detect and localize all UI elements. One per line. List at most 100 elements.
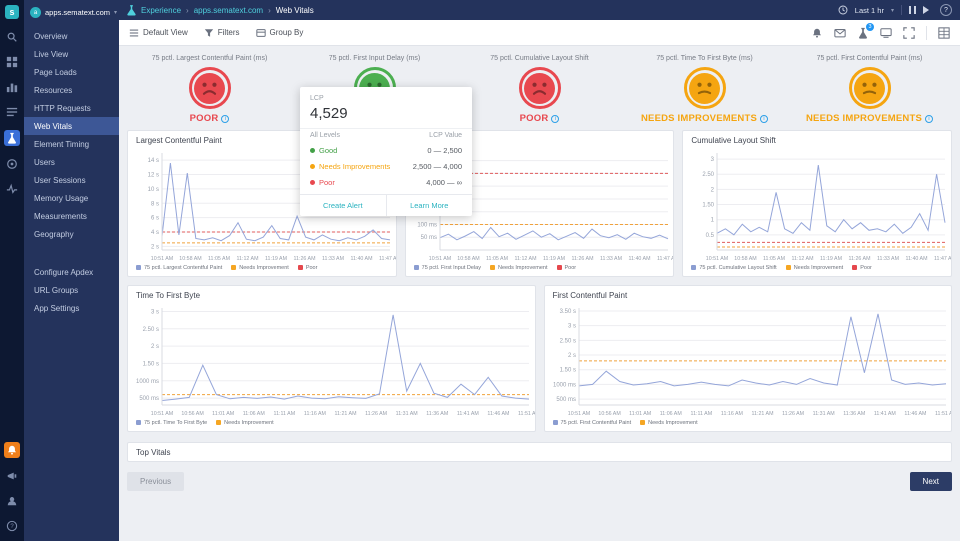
default-view-button[interactable]: Default View <box>129 28 188 38</box>
tooltip-col-levels: All Levels <box>310 132 340 139</box>
experience-icon[interactable] <box>4 130 20 146</box>
sidebar-item-configure-apdex[interactable]: Configure Apdex <box>24 263 119 281</box>
sidebar-item-overview[interactable]: Overview <box>24 27 119 45</box>
tooltip-row-poor: Poor 4,000 — ∞ <box>300 174 472 190</box>
kpi-fcp: 75 pctl. First Contentful Paint (ms) NEE… <box>787 55 952 124</box>
notification-badge: 3 <box>866 23 874 31</box>
learn-more-link[interactable]: Learn More <box>387 195 473 216</box>
svg-text:2 s: 2 s <box>567 353 575 359</box>
kpi-status: POORi <box>457 113 622 124</box>
kpi-lcp: 75 pctl. Largest Contentful Paint (ms) P… <box>127 55 292 124</box>
funnel-icon <box>204 28 214 38</box>
svg-text:11:33 AM: 11:33 AM <box>877 256 899 262</box>
svg-text:12 s: 12 s <box>148 173 159 179</box>
play-icon[interactable] <box>923 6 929 14</box>
fcp-gauge[interactable] <box>849 67 891 109</box>
metrics-icon[interactable] <box>5 80 19 94</box>
apps-grid-icon[interactable] <box>5 55 19 69</box>
sidebar-item-resources[interactable]: Resources <box>24 81 119 99</box>
svg-text:2.50 s: 2.50 s <box>559 338 575 344</box>
ttfb-gauge[interactable] <box>684 67 726 109</box>
monitor-button[interactable] <box>880 27 892 39</box>
help-rail-icon[interactable]: ? <box>5 519 19 533</box>
info-icon[interactable]: i <box>221 115 229 123</box>
next-button[interactable]: Next <box>910 472 952 491</box>
svg-text:1: 1 <box>711 218 715 224</box>
tooltip-row-label: Good <box>319 146 337 155</box>
svg-text:100 ms: 100 ms <box>417 222 437 228</box>
user-icon[interactable] <box>5 494 19 508</box>
lcp-tooltip: LCP 4,529 All Levels LCP Value Good 0 — … <box>300 87 472 216</box>
legend-item: Poor <box>852 265 872 271</box>
kpi-status: POORi <box>127 113 292 124</box>
sidebar-item-geography[interactable]: Geography <box>24 225 119 243</box>
time-range-selector[interactable]: Last 1 hr <box>855 6 884 15</box>
help-icon[interactable]: ? <box>940 4 952 16</box>
fcp-chart[interactable]: 500 ms1000 ms1.50 s2 s2.50 s3 s3.50 s10:… <box>545 302 952 418</box>
legend-item: 75 pctl. Cumulative Layout Shift <box>691 265 776 271</box>
svg-text:50 ms: 50 ms <box>420 235 436 241</box>
sidebar-item-page-loads[interactable]: Page Loads <box>24 63 119 81</box>
info-icon[interactable]: i <box>760 115 768 123</box>
svg-text:1000 ms: 1000 ms <box>136 379 159 385</box>
svg-text:10:51 AM: 10:51 AM <box>151 256 173 262</box>
chart-legend: 75 pctl. Cumulative Layout ShiftNeeds Im… <box>683 263 951 276</box>
sidebar-item-http-requests[interactable]: HTTP Requests <box>24 99 119 117</box>
create-alert-link[interactable]: Create Alert <box>300 195 387 216</box>
sidebar-item-app-settings[interactable]: App Settings <box>24 299 119 317</box>
tooltip-value: 4,529 <box>310 105 462 122</box>
fullscreen-button[interactable] <box>903 27 915 39</box>
alerts-bell-button[interactable] <box>811 27 823 39</box>
announcements-icon[interactable] <box>5 469 19 483</box>
pause-icon[interactable] <box>909 6 916 14</box>
legend-item: 75 pctl. First Contentful Paint <box>553 420 632 426</box>
legend-item: 75 pctl. Largest Contentful Paint <box>136 265 222 271</box>
svg-text:3 s: 3 s <box>151 309 159 315</box>
info-icon[interactable]: i <box>551 115 559 123</box>
sidebar-item-url-groups[interactable]: URL Groups <box>24 281 119 299</box>
breadcrumb-app[interactable]: Experience <box>141 6 181 15</box>
svg-text:1.50 s: 1.50 s <box>559 368 575 374</box>
ttfb-chart[interactable]: 500 ms1000 ms1.50 s2 s2.50 s3 s10:51 AM1… <box>128 302 535 418</box>
info-icon[interactable]: i <box>925 115 933 123</box>
sidebar-item-users[interactable]: Users <box>24 153 119 171</box>
sematext-logo[interactable]: s <box>5 5 19 19</box>
product-rail: s ? <box>0 0 24 541</box>
search-icon[interactable] <box>5 30 19 44</box>
svg-text:500 ms: 500 ms <box>556 397 576 403</box>
synthetics-icon[interactable] <box>5 157 19 171</box>
experiments-button[interactable]: 3 <box>857 27 869 39</box>
cls-gauge[interactable] <box>519 67 561 109</box>
breadcrumb-account[interactable]: apps.sematext.com <box>194 6 263 15</box>
tooltip-footer: Create Alert Learn More <box>300 194 472 216</box>
logs-icon[interactable] <box>5 105 19 119</box>
svg-text:11:05 AM: 11:05 AM <box>486 256 508 262</box>
email-reports-button[interactable] <box>834 27 846 39</box>
svg-text:11:26 AM: 11:26 AM <box>571 256 593 262</box>
sidebar-item-element-timing[interactable]: Element Timing <box>24 135 119 153</box>
layout-grid-button[interactable] <box>938 27 950 39</box>
sidebar-item-memory-usage[interactable]: Memory Usage <box>24 189 119 207</box>
top-vitals-header: Top Vitals <box>127 442 952 462</box>
sidebar-item-user-sessions[interactable]: User Sessions <box>24 171 119 189</box>
svg-text:11:19 AM: 11:19 AM <box>543 256 565 262</box>
fullscreen-icon <box>903 27 915 39</box>
sidebar-item-live-view[interactable]: Live View <box>24 45 119 63</box>
svg-text:11:51 AM: 11:51 AM <box>935 411 952 417</box>
filters-button[interactable]: Filters <box>204 28 240 38</box>
pulse-icon[interactable] <box>5 182 19 196</box>
account-switcher[interactable]: a apps.sematext.com ▾ <box>24 0 119 27</box>
lcp-gauge[interactable] <box>189 67 231 109</box>
cls-chart[interactable]: 0.511.5022.50310:51 AM10:58 AM11:05 AM11… <box>683 147 951 263</box>
previous-button[interactable]: Previous <box>127 472 184 491</box>
chevron-down-icon: ▾ <box>891 7 894 14</box>
sidebar-item-web-vitals[interactable]: Web Vitals <box>24 117 119 135</box>
alerts-icon[interactable] <box>4 442 20 458</box>
group-by-button[interactable]: Group By <box>256 28 304 38</box>
kpi-title: 75 pctl. Cumulative Layout Shift <box>457 55 622 62</box>
svg-text:11:21 AM: 11:21 AM <box>751 411 773 417</box>
kpi-cls: 75 pctl. Cumulative Layout Shift POORi <box>457 55 622 124</box>
sidebar-item-measurements[interactable]: Measurements <box>24 207 119 225</box>
svg-text:11:05 AM: 11:05 AM <box>763 256 785 262</box>
legend-item: 75 pctl. Time To First Byte <box>136 420 207 426</box>
